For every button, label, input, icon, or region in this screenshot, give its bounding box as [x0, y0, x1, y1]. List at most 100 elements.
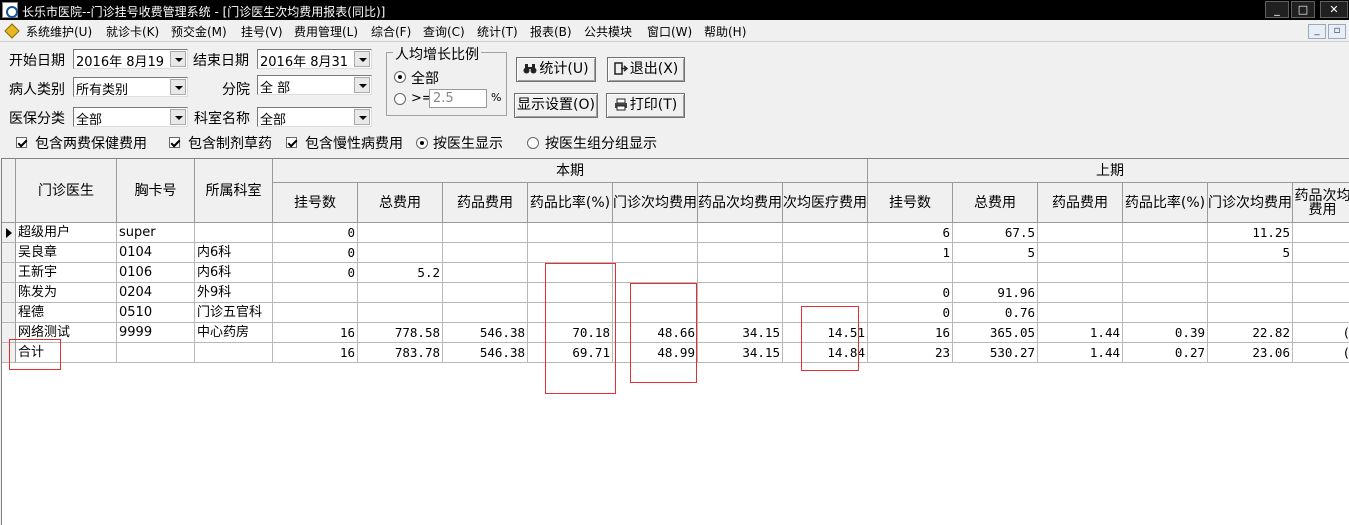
table-cell[interactable] — [195, 343, 273, 363]
table-cell[interactable] — [698, 243, 783, 263]
table-cell[interactable]: 16 — [273, 343, 358, 363]
table-cell[interactable]: 0 — [273, 243, 358, 263]
table-cell[interactable] — [783, 283, 868, 303]
column-header[interactable]: 药品比率(%) — [528, 183, 613, 223]
by-doctor-radio[interactable] — [416, 137, 428, 149]
table-cell[interactable]: 365.05 — [953, 323, 1038, 343]
table-cell[interactable] — [613, 283, 698, 303]
table-cell[interactable] — [1293, 223, 1349, 243]
table-cell[interactable] — [443, 223, 528, 243]
table-cell[interactable]: 门诊五官科 — [195, 303, 273, 323]
table-cell[interactable] — [613, 263, 698, 283]
table-cell[interactable] — [117, 343, 195, 363]
table-cell[interactable] — [1208, 283, 1293, 303]
stats-button[interactable]: 统计(U) — [516, 57, 596, 82]
table-cell[interactable] — [358, 283, 443, 303]
column-header[interactable]: 药品比率(%) — [1123, 183, 1208, 223]
table-cell[interactable]: 14.84 — [783, 343, 868, 363]
menu-window[interactable]: 窗口(W) — [647, 23, 692, 40]
column-header[interactable]: 总费用 — [953, 183, 1038, 223]
row-indicator[interactable] — [2, 243, 16, 263]
table-cell[interactable] — [698, 263, 783, 283]
table-cell[interactable]: ( — [1293, 343, 1349, 363]
table-cell[interactable] — [528, 283, 613, 303]
table-cell[interactable]: 0106 — [117, 263, 195, 283]
table-cell[interactable] — [1293, 263, 1349, 283]
include-herbal-checkbox[interactable] — [169, 137, 180, 148]
table-cell[interactable]: 34.15 — [698, 343, 783, 363]
column-header[interactable]: 总费用 — [358, 183, 443, 223]
menu-query[interactable]: 查询(C) — [423, 23, 465, 40]
table-cell[interactable] — [443, 263, 528, 283]
table-cell[interactable] — [783, 243, 868, 263]
display-settings-button[interactable]: 显示设置(O) — [514, 93, 598, 118]
column-header[interactable]: 门诊次均费用 — [1208, 183, 1293, 223]
row-indicator[interactable] — [2, 343, 16, 363]
table-cell[interactable]: 14.51 — [783, 323, 868, 343]
table-cell[interactable]: 5 — [953, 243, 1038, 263]
table-cell[interactable] — [358, 303, 443, 323]
table-cell[interactable] — [273, 283, 358, 303]
patient-type-select[interactable]: 所有类别 — [73, 77, 188, 98]
exit-button[interactable]: 退出(X) — [607, 57, 685, 82]
table-cell[interactable] — [1038, 263, 1123, 283]
table-cell[interactable]: 546.38 — [443, 323, 528, 343]
column-header[interactable]: 药品费用 — [1038, 183, 1123, 223]
table-cell[interactable] — [698, 303, 783, 323]
table-cell[interactable]: 48.99 — [613, 343, 698, 363]
table-cell[interactable] — [1038, 223, 1123, 243]
table-cell[interactable] — [1293, 243, 1349, 263]
menu-deposit[interactable]: 预交金(M) — [171, 23, 227, 40]
chevron-down-icon[interactable] — [170, 109, 186, 125]
table-cell[interactable]: 1.44 — [1038, 343, 1123, 363]
end-date-picker[interactable]: 2016年 8月31 — [257, 49, 372, 70]
table-cell[interactable]: 48.66 — [613, 323, 698, 343]
column-header[interactable]: 药品次均费用 — [1293, 183, 1349, 223]
growth-ge-radio[interactable] — [394, 93, 406, 105]
growth-all-radio[interactable] — [394, 71, 406, 83]
table-cell[interactable]: 91.96 — [953, 283, 1038, 303]
dept-select[interactable]: 全部 — [257, 107, 372, 128]
mdi-minimize-button[interactable]: _ — [1308, 24, 1326, 39]
menu-statistics[interactable]: 统计(T) — [477, 23, 518, 40]
table-cell[interactable] — [1123, 243, 1208, 263]
print-button[interactable]: 打印(T) — [606, 93, 685, 118]
table-cell[interactable]: 5 — [1208, 243, 1293, 263]
table-cell[interactable]: 0.27 — [1123, 343, 1208, 363]
table-cell[interactable] — [443, 283, 528, 303]
table-cell[interactable]: 34.15 — [698, 323, 783, 343]
table-cell[interactable]: 外9科 — [195, 283, 273, 303]
table-cell[interactable] — [443, 303, 528, 323]
table-cell[interactable]: 0 — [868, 303, 953, 323]
close-button[interactable]: ✕ — [1320, 1, 1348, 18]
table-cell[interactable]: 0.39 — [1123, 323, 1208, 343]
table-cell[interactable] — [195, 223, 273, 243]
table-cell[interactable] — [1123, 283, 1208, 303]
menu-system[interactable]: 系统维护(U) — [26, 23, 92, 40]
chevron-down-icon[interactable] — [354, 77, 370, 93]
table-cell[interactable]: 0.76 — [953, 303, 1038, 323]
table-cell[interactable] — [1038, 283, 1123, 303]
table-cell[interactable] — [783, 303, 868, 323]
table-cell[interactable] — [783, 223, 868, 243]
table-cell[interactable]: 23.06 — [1208, 343, 1293, 363]
table-cell[interactable] — [613, 223, 698, 243]
branch-select[interactable]: 全 部 — [257, 75, 372, 96]
maximize-button[interactable]: □ — [1291, 1, 1315, 18]
table-cell[interactable] — [273, 303, 358, 323]
table-cell[interactable] — [1123, 223, 1208, 243]
table-cell[interactable] — [358, 223, 443, 243]
table-cell[interactable] — [1038, 303, 1123, 323]
mdi-restore-button[interactable]: ▫ — [1328, 24, 1346, 39]
table-cell[interactable] — [1208, 303, 1293, 323]
row-indicator[interactable] — [2, 323, 16, 343]
table-cell[interactable]: 合计 — [16, 343, 117, 363]
table-cell[interactable]: ( — [1293, 323, 1349, 343]
table-cell[interactable]: 0 — [273, 263, 358, 283]
table-cell[interactable] — [358, 243, 443, 263]
column-header[interactable]: 所属科室 — [195, 159, 273, 223]
table-cell[interactable] — [613, 303, 698, 323]
menu-card[interactable]: 就诊卡(K) — [106, 23, 159, 40]
table-cell[interactable] — [1123, 303, 1208, 323]
include-two-fees-checkbox[interactable] — [16, 137, 27, 148]
